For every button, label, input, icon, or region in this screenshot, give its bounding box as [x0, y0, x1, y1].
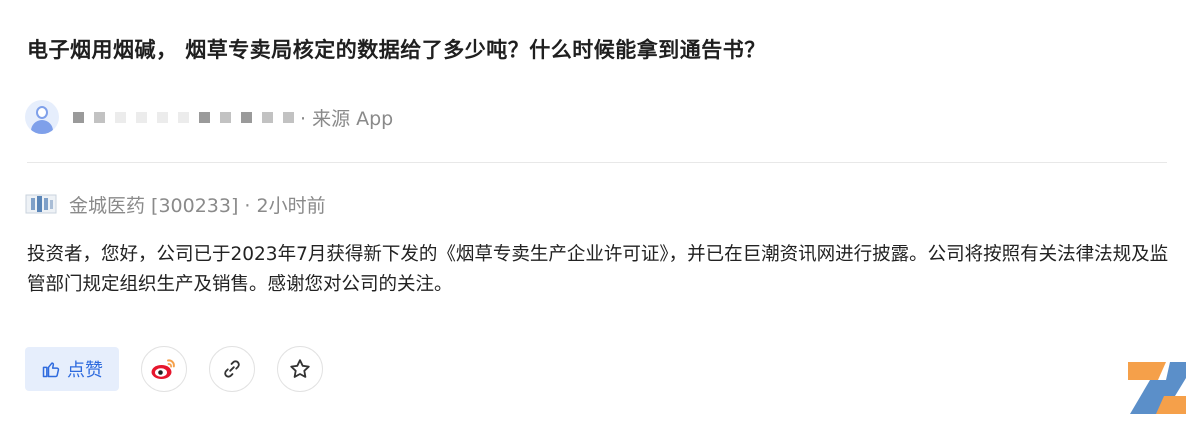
- share-weibo-button[interactable]: [141, 346, 187, 392]
- link-icon: [224, 360, 240, 378]
- company-name[interactable]: 金城医药 [300233] · 2小时前: [69, 191, 326, 218]
- brand-watermark-logo: [1128, 362, 1186, 414]
- company-logo-icon: [25, 194, 57, 214]
- answer-text: 投资者，您好，公司已于2023年7月获得新下发的《烟草专卖生产企业许可证》，并已…: [27, 244, 1169, 295]
- like-label: 点赞: [67, 360, 103, 381]
- thumb-up-icon: [42, 362, 60, 378]
- asker-info: · 来源 App: [25, 99, 393, 135]
- like-button[interactable]: 点赞: [25, 347, 119, 391]
- avatar[interactable]: [25, 100, 59, 134]
- company-info: 金城医药 [300233] · 2小时前: [25, 190, 326, 218]
- favorite-button[interactable]: [277, 346, 323, 392]
- weibo-icon: [151, 359, 175, 379]
- masked-username: [73, 111, 294, 123]
- question-title: 电子烟用烟碱， 烟草专卖局核定的数据给了多少吨？什么时候能拿到通告书？: [27, 38, 766, 62]
- star-icon: [290, 359, 310, 378]
- copy-link-button[interactable]: [209, 346, 255, 392]
- source-label: · 来源 App: [300, 107, 394, 130]
- action-bar: 点赞: [25, 346, 345, 392]
- divider: [27, 162, 1167, 163]
